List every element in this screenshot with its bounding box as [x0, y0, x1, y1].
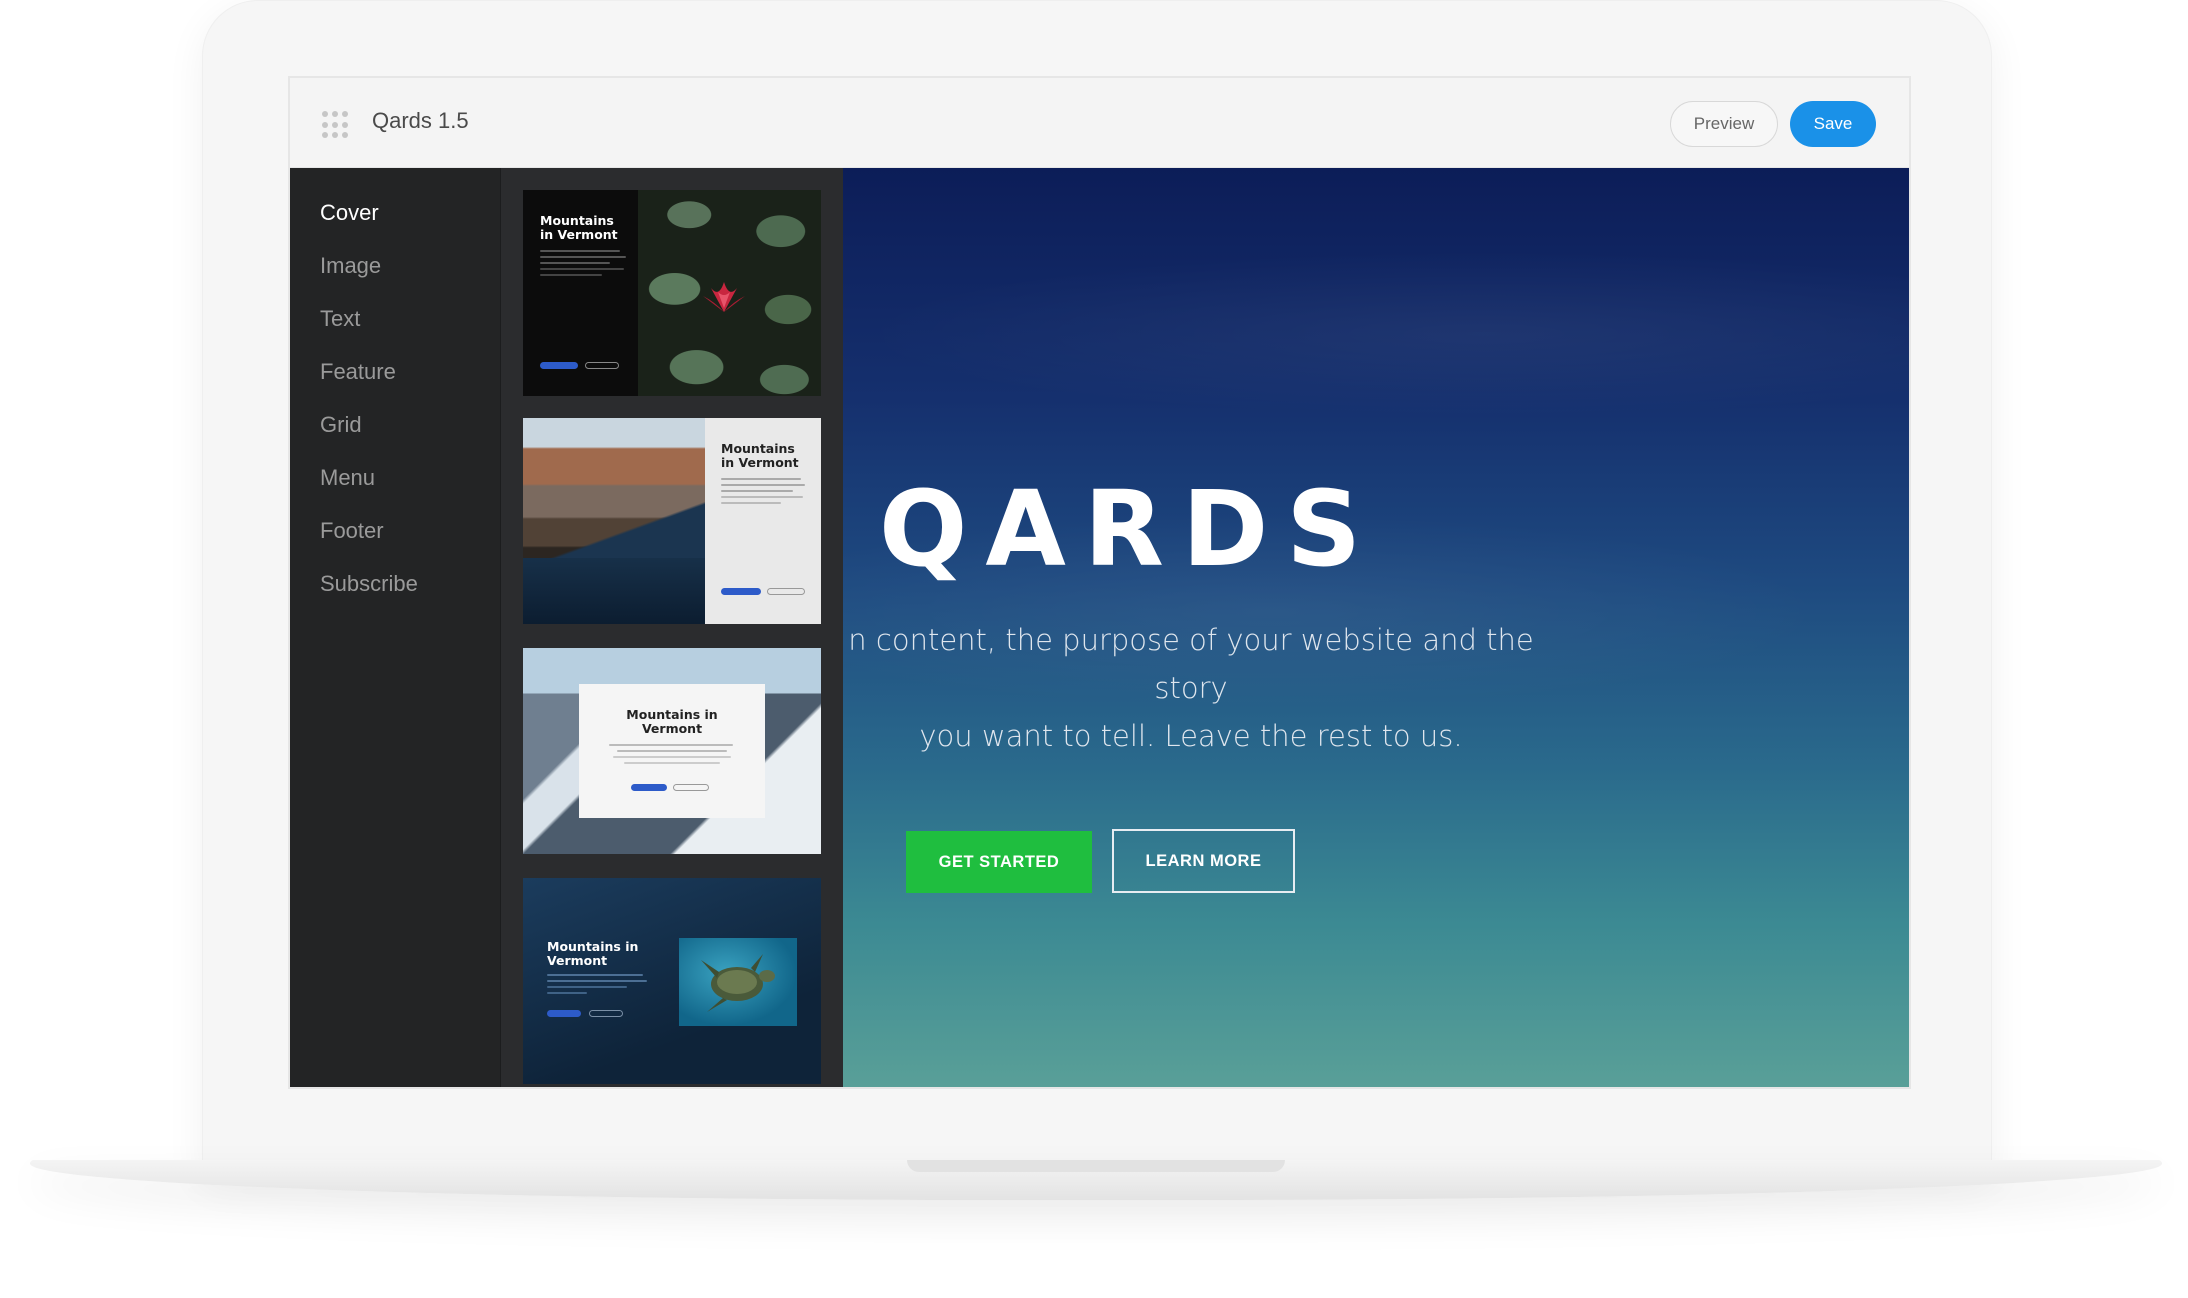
nav-item-grid[interactable]: Grid: [320, 412, 362, 438]
get-started-button[interactable]: GET STARTED: [906, 831, 1092, 893]
thumbnail-body-text: [609, 744, 735, 768]
thumbnail-title: Mountains in Vermont: [547, 939, 639, 968]
thumbnail-secondary-button: [585, 362, 619, 369]
template-thumbnail-2[interactable]: Mountains in Vermont: [523, 418, 821, 624]
learn-more-button[interactable]: LEARN MORE: [1112, 829, 1295, 893]
thumbnail-title: Mountains in Vermont: [721, 441, 799, 470]
block-category-nav: Cover Image Text Feature Grid Menu Foote…: [290, 168, 500, 1087]
hero-description-line-2: you want to tell. Leave the rest to us.: [919, 719, 1463, 753]
nav-item-text[interactable]: Text: [320, 306, 360, 332]
thumbnail-secondary-button: [589, 1010, 623, 1017]
template-thumbnail-list: Mountains in Vermont Mountains in Vermon…: [500, 168, 843, 1087]
laptop-notch: [907, 1160, 1285, 1172]
thumbnail-title: Mountains in Vermont: [626, 707, 718, 736]
template-thumbnail-4[interactable]: Mountains in Vermont: [523, 878, 821, 1084]
thumbnail-primary-button: [540, 362, 578, 369]
cover-preview: QARDS n content, the purpose of your web…: [843, 168, 1909, 1087]
nav-item-menu[interactable]: Menu: [320, 465, 375, 491]
thumbnail-card: Mountains in Vermont: [579, 684, 765, 818]
top-bar: Qards 1.5 Preview Save: [290, 78, 1909, 168]
thumbnail-primary-button: [547, 1010, 581, 1017]
thumbnail-secondary-button: [673, 784, 709, 791]
lily-pad-image: [638, 190, 821, 396]
sea-turtle-image: [679, 938, 797, 1026]
nav-item-feature[interactable]: Feature: [320, 359, 396, 385]
nav-item-cover[interactable]: Cover: [320, 200, 379, 226]
save-button[interactable]: Save: [1790, 101, 1876, 147]
nav-item-subscribe[interactable]: Subscribe: [320, 571, 418, 597]
thumbnail-title: Mountains in Vermont: [540, 213, 618, 242]
hero-title: QARDS: [879, 468, 1380, 590]
turtle-icon: [701, 954, 775, 1012]
lotus-flower-icon: [703, 282, 745, 312]
thumbnail-body-text: [540, 250, 626, 280]
nav-item-image[interactable]: Image: [320, 253, 381, 279]
thumbnail-secondary-button: [767, 588, 805, 595]
template-thumbnail-1[interactable]: Mountains in Vermont: [523, 190, 821, 396]
apps-grid-icon[interactable]: [322, 111, 350, 139]
hero-description-line-1: n content, the purpose of your website a…: [848, 623, 1534, 705]
preview-button[interactable]: Preview: [1670, 101, 1778, 147]
thumbnail-body-text: [721, 478, 805, 508]
sea-image: [523, 558, 705, 624]
thumbnail-body-text: [547, 974, 647, 998]
app-window: Qards 1.5 Preview Save Cover Image Text …: [288, 76, 1911, 1089]
nav-item-footer[interactable]: Footer: [320, 518, 384, 544]
thumbnail-primary-button: [631, 784, 667, 791]
template-thumbnail-3[interactable]: Mountains in Vermont: [523, 648, 821, 854]
app-title: Qards 1.5: [372, 108, 469, 133]
hero-description: n content, the purpose of your website a…: [843, 616, 1551, 760]
thumbnail-primary-button: [721, 588, 761, 595]
